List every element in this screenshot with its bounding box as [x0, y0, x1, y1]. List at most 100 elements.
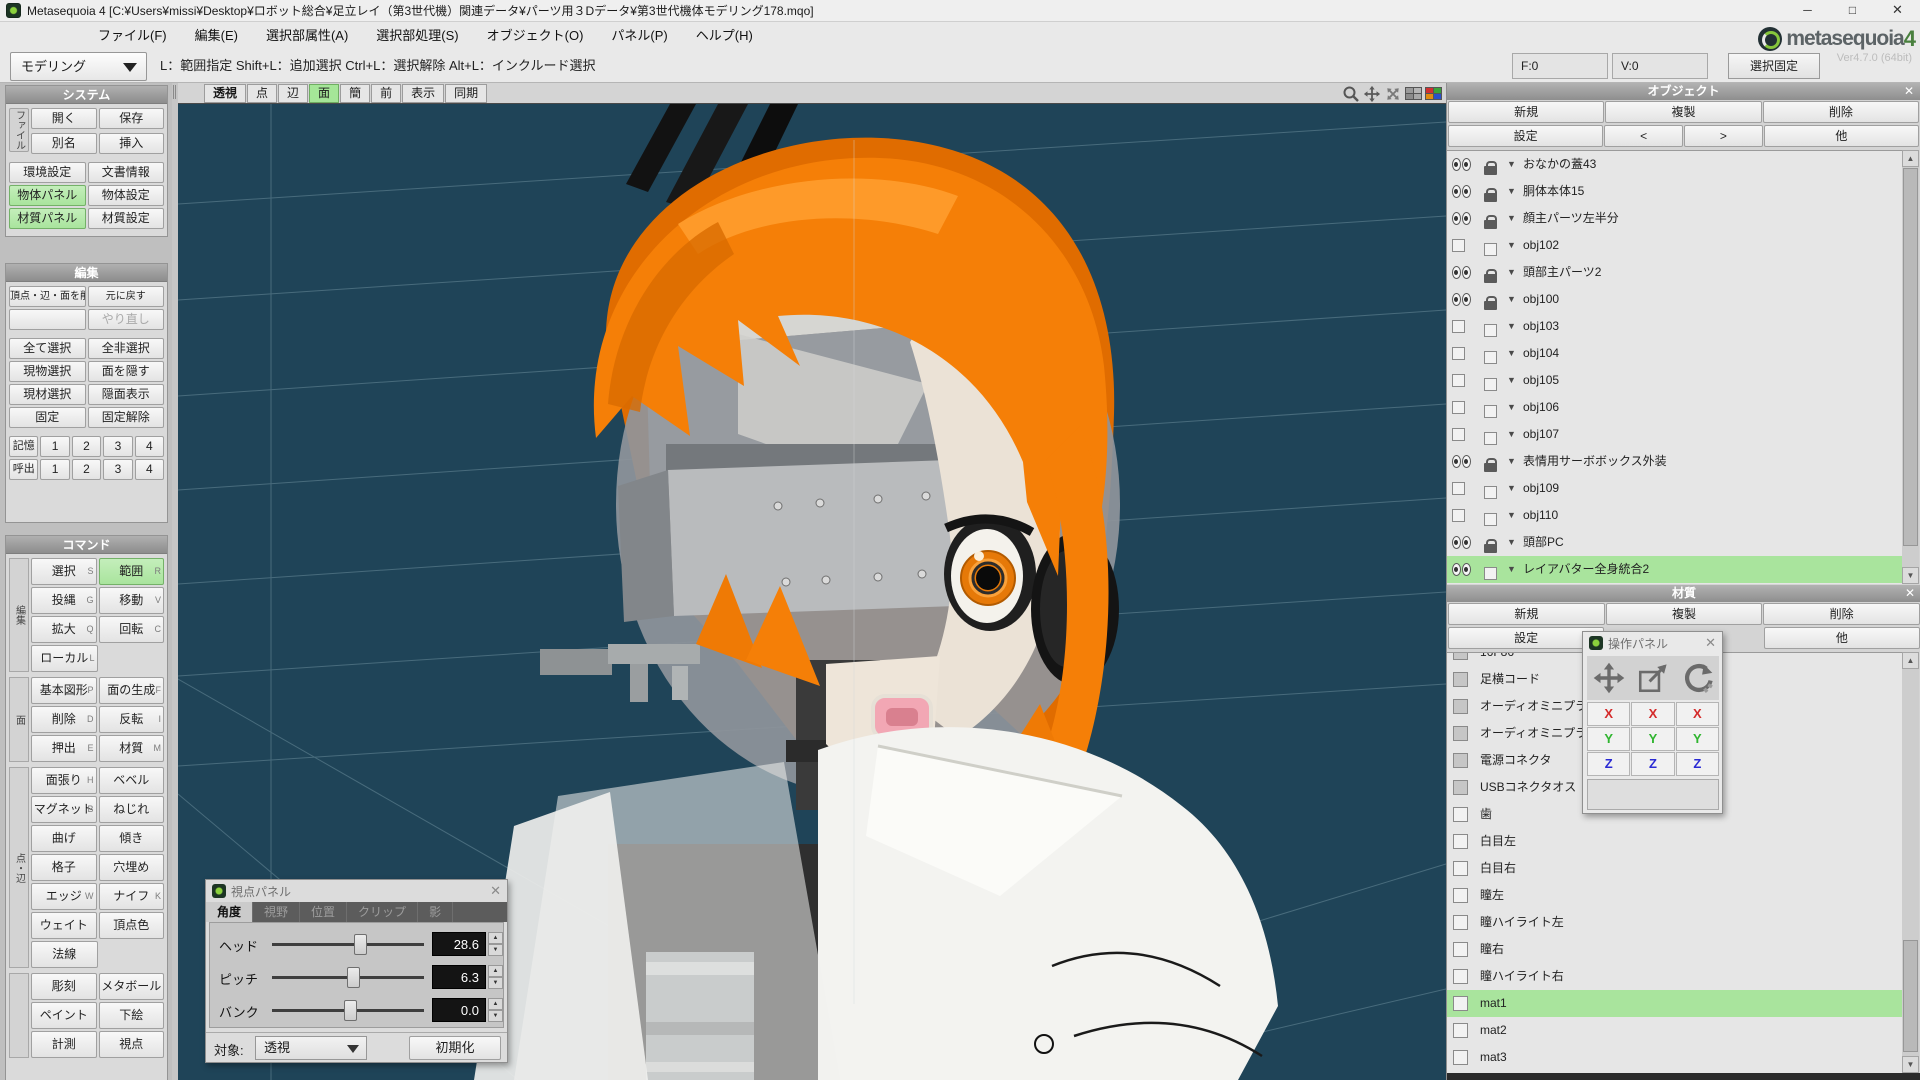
object-list-scrollbar[interactable]: ▲ ▼ [1902, 150, 1919, 584]
expand-triangle-icon[interactable]: ▼ [1507, 178, 1516, 205]
command-button[interactable]: エッジW [31, 883, 97, 910]
edit-slot-button[interactable]: 3 [103, 436, 132, 457]
axis-button-x[interactable]: X [1587, 702, 1630, 726]
material-checkbox[interactable] [1453, 996, 1468, 1011]
viewport-mode-button[interactable]: 透視 [204, 84, 246, 103]
command-button[interactable]: ナイフK [99, 883, 165, 910]
object-list-item[interactable]: ▼obj107 [1447, 421, 1903, 448]
material-list-item[interactable]: mat2 [1447, 1017, 1903, 1044]
viewport-mode-button[interactable]: 同期 [445, 84, 487, 103]
scroll-up-icon[interactable]: ▲ [1902, 150, 1919, 167]
system-button[interactable]: 保存 [99, 108, 165, 129]
axis-button-z[interactable]: Z [1676, 752, 1719, 776]
spin-up-icon[interactable]: ▲ [488, 998, 503, 1010]
menu-item-1[interactable]: 編集(E) [181, 22, 252, 50]
multiview-color-icon[interactable] [1425, 87, 1442, 100]
menu-item-4[interactable]: オブジェクト(O) [473, 22, 598, 50]
viewport-mode-button[interactable]: 表示 [402, 84, 444, 103]
object-list-item[interactable]: ▼obj105 [1447, 367, 1903, 394]
tab-影[interactable]: 影 [418, 902, 453, 922]
command-button[interactable]: ローカルL [31, 645, 98, 672]
axis-button-x[interactable]: X [1631, 702, 1674, 726]
expand-triangle-icon[interactable]: ▼ [1507, 286, 1516, 313]
material-list-item[interactable]: 瞳左 [1447, 882, 1903, 909]
scroll-down-icon[interactable]: ▼ [1902, 1056, 1919, 1073]
spin-down-icon[interactable]: ▼ [488, 1010, 503, 1022]
maximize-button[interactable]: □ [1830, 0, 1875, 22]
command-button[interactable]: 視点 [99, 1031, 165, 1058]
object-list-item[interactable]: ▼obj106 [1447, 394, 1903, 421]
object-list-item[interactable]: ▼obj103 [1447, 313, 1903, 340]
slider-track[interactable] [272, 1009, 424, 1012]
command-button[interactable]: 格子 [31, 854, 97, 881]
material-list-item[interactable]: 瞳ハイライト左 [1447, 909, 1903, 936]
object-list-item[interactable]: ▼表情用サーボボックス外装 [1447, 448, 1903, 475]
visibility-eyes-icon[interactable] [1452, 185, 1472, 198]
mode-selector[interactable]: モデリング [10, 52, 147, 81]
material-toolbar-button[interactable]: 複製 [1606, 603, 1763, 625]
viewport-mode-button[interactable]: 辺 [278, 84, 308, 103]
edit-button[interactable]: 面を隠す [88, 361, 165, 382]
command-button[interactable]: 穴埋め [99, 854, 165, 881]
material-checkbox[interactable] [1453, 969, 1468, 984]
command-button[interactable]: 範囲R [99, 558, 165, 585]
material-list-item[interactable]: mat1 [1447, 990, 1903, 1017]
spin-up-icon[interactable]: ▲ [488, 965, 503, 977]
material-checkbox[interactable] [1453, 753, 1468, 768]
object-list-item[interactable]: ▼頭部PC [1447, 529, 1903, 556]
expand-triangle-icon[interactable]: ▼ [1507, 529, 1516, 556]
command-button[interactable]: 彫刻 [31, 973, 97, 1000]
material-checkbox[interactable] [1453, 834, 1468, 849]
edit-button[interactable]: 隠面表示 [88, 384, 165, 405]
edit-button[interactable]: 固定解除 [88, 407, 165, 428]
menu-item-6[interactable]: ヘルプ(H) [682, 22, 767, 50]
spin-down-icon[interactable]: ▼ [488, 977, 503, 989]
lock-checkbox[interactable] [1484, 563, 1497, 584]
material-checkbox[interactable] [1453, 1050, 1468, 1065]
edit-slot-button[interactable]: 4 [135, 459, 164, 480]
object-toolbar-button[interactable]: 設定 [1448, 125, 1603, 147]
tab-クリップ[interactable]: クリップ [347, 902, 418, 922]
material-checkbox[interactable] [1453, 726, 1468, 741]
object-toolbar-button[interactable]: 新規 [1448, 101, 1604, 123]
visibility-eyes-icon[interactable] [1452, 536, 1472, 549]
minimize-button[interactable]: ─ [1785, 0, 1830, 22]
visibility-eyes-icon[interactable] [1452, 212, 1472, 225]
material-checkbox[interactable] [1453, 780, 1468, 795]
edit-slot-button[interactable]: 4 [135, 436, 164, 457]
command-button[interactable]: 法線 [31, 941, 98, 968]
tab-角度[interactable]: 角度 [206, 902, 253, 922]
expand-triangle-icon[interactable]: ▼ [1507, 556, 1516, 583]
material-other-button[interactable]: 他 [1764, 627, 1920, 649]
material-list-item[interactable]: mat3 [1447, 1044, 1903, 1071]
material-checkbox[interactable] [1453, 652, 1468, 660]
axis-button-z[interactable]: Z [1631, 752, 1674, 776]
edit-button[interactable]: 現材選択 [9, 384, 86, 405]
edit-slot-label[interactable]: 呼出 [9, 459, 38, 480]
command-button[interactable]: 基本図形P [31, 677, 97, 704]
edit-slot-button[interactable]: 3 [103, 459, 132, 480]
expand-triangle-icon[interactable]: ▼ [1507, 151, 1516, 178]
tab-視野[interactable]: 視野 [253, 902, 300, 922]
command-button[interactable]: 投縄G [31, 587, 97, 614]
spinner[interactable]: ▲▼ [488, 998, 503, 1022]
visibility-eyes-icon[interactable] [1452, 455, 1472, 468]
menu-item-3[interactable]: 選択部処理(S) [362, 22, 472, 50]
visibility-checkbox[interactable] [1452, 320, 1465, 333]
material-list-item[interactable]: 白目右 [1447, 855, 1903, 882]
material-list-item[interactable]: 白目左 [1447, 828, 1903, 855]
axis-button-y[interactable]: Y [1587, 727, 1630, 751]
expand-triangle-icon[interactable]: ▼ [1507, 475, 1516, 502]
expand-triangle-icon[interactable]: ▼ [1507, 340, 1516, 367]
target-dropdown[interactable]: 透視 [255, 1036, 367, 1060]
axis-button-x[interactable]: X [1676, 702, 1719, 726]
command-button[interactable]: 材質M [99, 735, 165, 762]
edit-button[interactable]: 元に戻す [88, 286, 165, 307]
pan-icon[interactable] [1363, 85, 1381, 103]
axis-button-z[interactable]: Z [1587, 752, 1630, 776]
multiview-gray-icon[interactable] [1405, 87, 1422, 100]
material-settings-button[interactable]: 設定 [1448, 627, 1604, 649]
expand-triangle-icon[interactable]: ▼ [1507, 259, 1516, 286]
command-button[interactable]: 頂点色 [99, 912, 165, 939]
system-button[interactable]: 物体設定 [88, 185, 165, 206]
